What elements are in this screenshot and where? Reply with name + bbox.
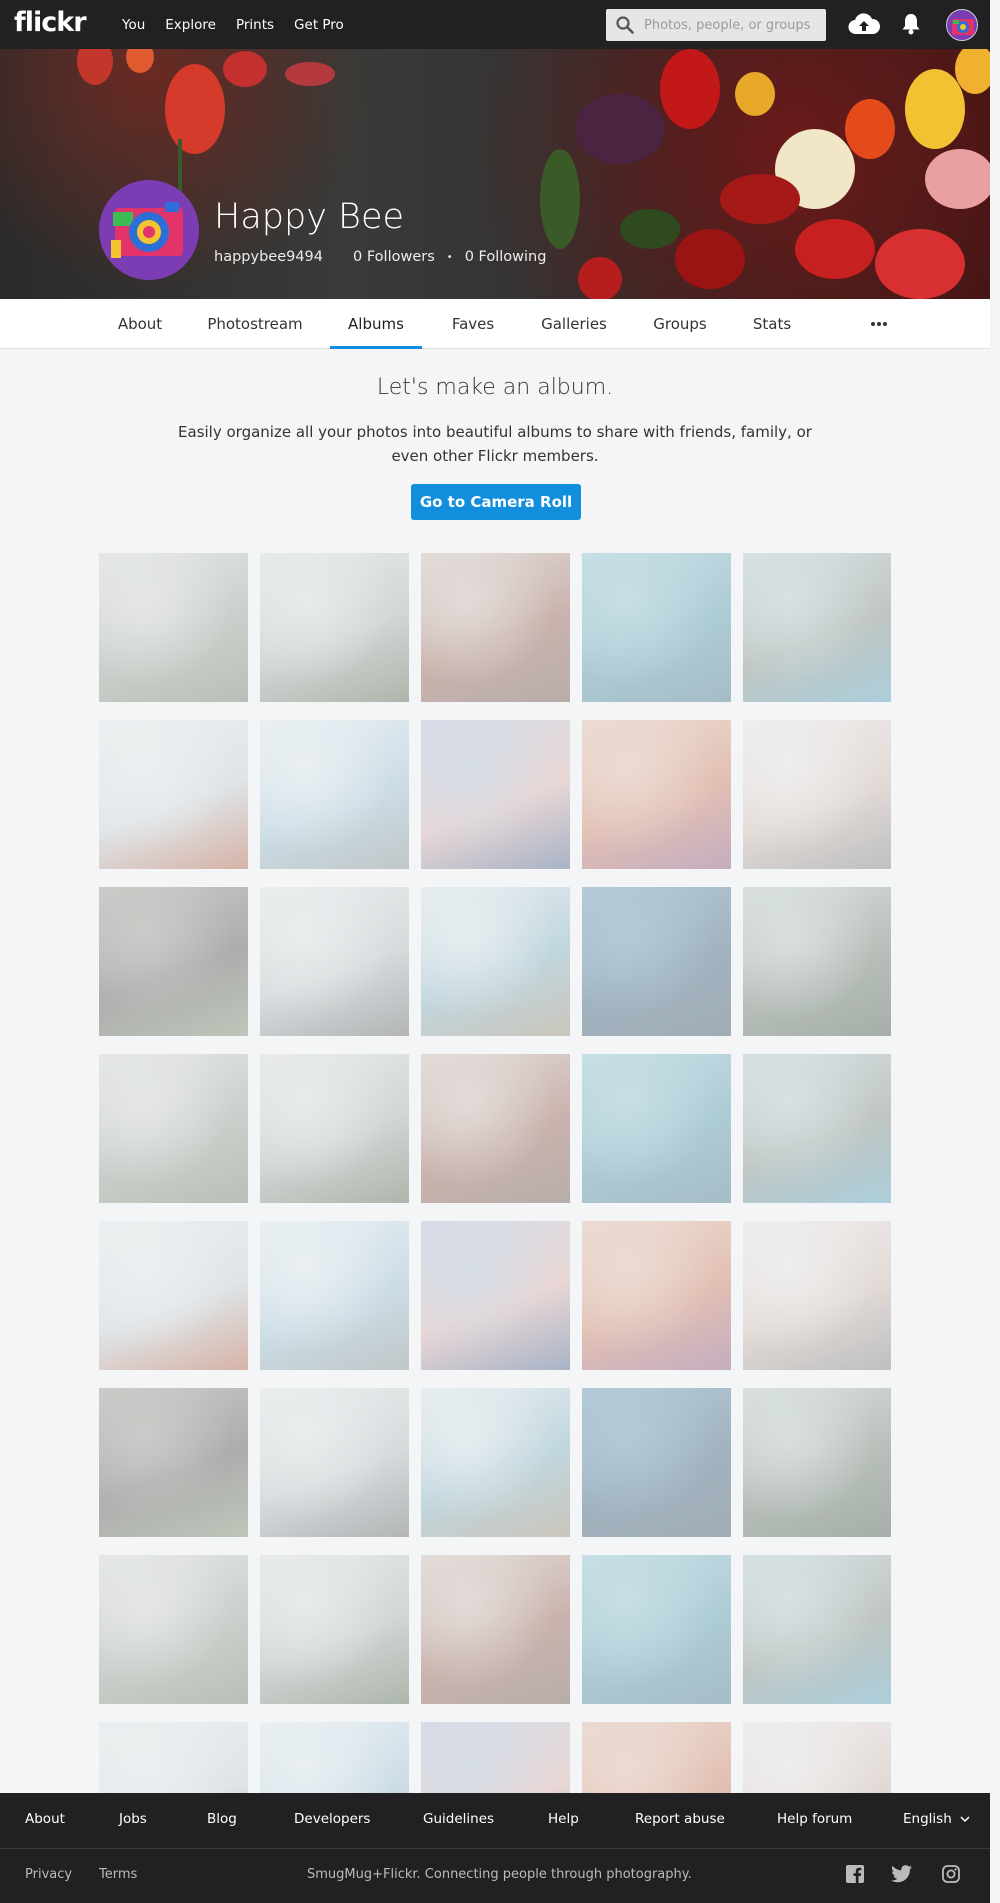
tab-about[interactable]: About [99,299,181,349]
placeholder-photo-tile [421,553,570,702]
placeholder-photo-tile [260,1221,409,1370]
placeholder-photo-tile [582,720,731,869]
placeholder-photo-tile [421,1555,570,1704]
profile-username: happybee9494 [214,249,324,265]
footer-link-developers[interactable]: Developers [294,1811,370,1827]
footer-link-jobs[interactable]: Jobs [119,1811,147,1827]
footer-link-help[interactable]: Help [548,1811,579,1827]
search-box [606,9,826,41]
nav-explore[interactable]: Explore [165,17,216,33]
footer-link-help-forum[interactable]: Help forum [777,1811,852,1827]
placeholder-photo-tile [743,720,891,869]
placeholder-photo-tile [99,1722,248,1793]
placeholder-photo-tile [743,1722,891,1793]
language-label: English [903,1811,952,1827]
placeholder-photo-tile [421,720,570,869]
flickr-logo[interactable]: flickr [14,7,87,38]
top-navigation: flickr You Explore Prints Get Pro [0,0,990,49]
tab-albums[interactable]: Albums [330,299,422,349]
footer-link-report-abuse[interactable]: Report abuse [635,1811,725,1827]
user-avatar[interactable] [946,9,978,41]
footer-link-terms[interactable]: Terms [99,1867,137,1882]
nav-you[interactable]: You [122,17,145,33]
search-input[interactable] [644,9,820,41]
placeholder-photo-tile [260,887,409,1036]
profile-tabs: About Photostream Albums Faves Galleries… [0,299,990,349]
nav-get-pro[interactable]: Get Pro [294,17,344,33]
placeholder-photo-tile [743,1555,891,1704]
profile-meta: happybee9494 0 Followers • 0 Following [214,249,558,265]
placeholder-photo-tile [421,1054,570,1203]
placeholder-photo-tile [582,1722,731,1793]
notifications-bell-icon[interactable] [901,13,921,35]
placeholder-photo-tile [743,1054,891,1203]
profile-avatar[interactable] [99,180,199,280]
placeholder-photo-tile [99,1388,248,1537]
placeholder-photo-tile [582,887,731,1036]
placeholder-photo-tile [99,1555,248,1704]
following-count[interactable]: 0 Following [465,249,547,265]
placeholder-photo-tile [582,1388,731,1537]
more-options-icon[interactable] [870,321,888,327]
profile-name: Happy Bee [214,197,405,237]
placeholder-photo-grid [99,553,891,1793]
tab-galleries[interactable]: Galleries [530,299,618,349]
main-nav-links: You Explore Prints Get Pro [122,0,364,49]
facebook-icon[interactable] [846,1865,864,1883]
placeholder-photo-tile [260,720,409,869]
placeholder-photo-tile [260,1388,409,1537]
footer-tagline: SmugMug+Flickr. Connecting people throug… [307,1867,692,1882]
placeholder-photo-tile [743,1221,891,1370]
tab-photostream[interactable]: Photostream [199,299,311,349]
placeholder-photo-tile [582,1054,731,1203]
placeholder-photo-tile [99,553,248,702]
camera-avatar-icon [952,19,974,35]
footer: About Jobs Blog Developers Guidelines He… [0,1793,990,1903]
footer-link-blog[interactable]: Blog [207,1811,237,1827]
footer-link-about[interactable]: About [25,1811,65,1827]
placeholder-photo-tile [582,1221,731,1370]
placeholder-photo-tile [421,1722,570,1793]
placeholder-photo-tile [582,553,731,702]
nav-prints[interactable]: Prints [236,17,274,33]
placeholder-photo-tile [743,553,891,702]
search-icon [616,16,634,34]
placeholder-photo-tile [260,1722,409,1793]
empty-state-heading: Let's make an album. [376,375,614,400]
placeholder-photo-tile [99,720,248,869]
placeholder-photo-tile [99,887,248,1036]
upload-cloud-icon[interactable] [848,12,880,36]
empty-state-description: Easily organize all your photos into bea… [178,423,812,465]
instagram-icon[interactable] [942,1865,960,1883]
followers-count[interactable]: 0 Followers [353,249,435,265]
footer-divider [0,1848,990,1849]
tab-faves[interactable]: Faves [440,299,506,349]
profile-cover: Happy Bee happybee9494 0 Followers • 0 F… [0,49,990,299]
placeholder-photo-tile [260,553,409,702]
meta-separator-dot: • [446,251,453,263]
language-selector[interactable]: English [903,1811,970,1827]
go-to-camera-roll-button[interactable]: Go to Camera Roll [411,484,581,520]
placeholder-photo-tile [421,1388,570,1537]
tab-stats[interactable]: Stats [738,299,806,349]
placeholder-photo-tile [99,1221,248,1370]
placeholder-photo-tile [582,1555,731,1704]
footer-link-guidelines[interactable]: Guidelines [423,1811,494,1827]
placeholder-photo-tile [421,887,570,1036]
placeholder-photo-tile [421,1221,570,1370]
chevron-down-icon [960,1816,970,1823]
placeholder-photo-tile [743,1388,891,1537]
twitter-icon[interactable] [891,1865,913,1883]
camera-avatar-icon [111,202,183,258]
footer-link-privacy[interactable]: Privacy [25,1867,72,1882]
tab-groups[interactable]: Groups [642,299,718,349]
placeholder-photo-tile [260,1054,409,1203]
placeholder-photo-tile [99,1054,248,1203]
footer-links: About Jobs Blog Developers Guidelines He… [0,1793,990,1848]
placeholder-photo-tile [743,887,891,1036]
placeholder-photo-tile [260,1555,409,1704]
